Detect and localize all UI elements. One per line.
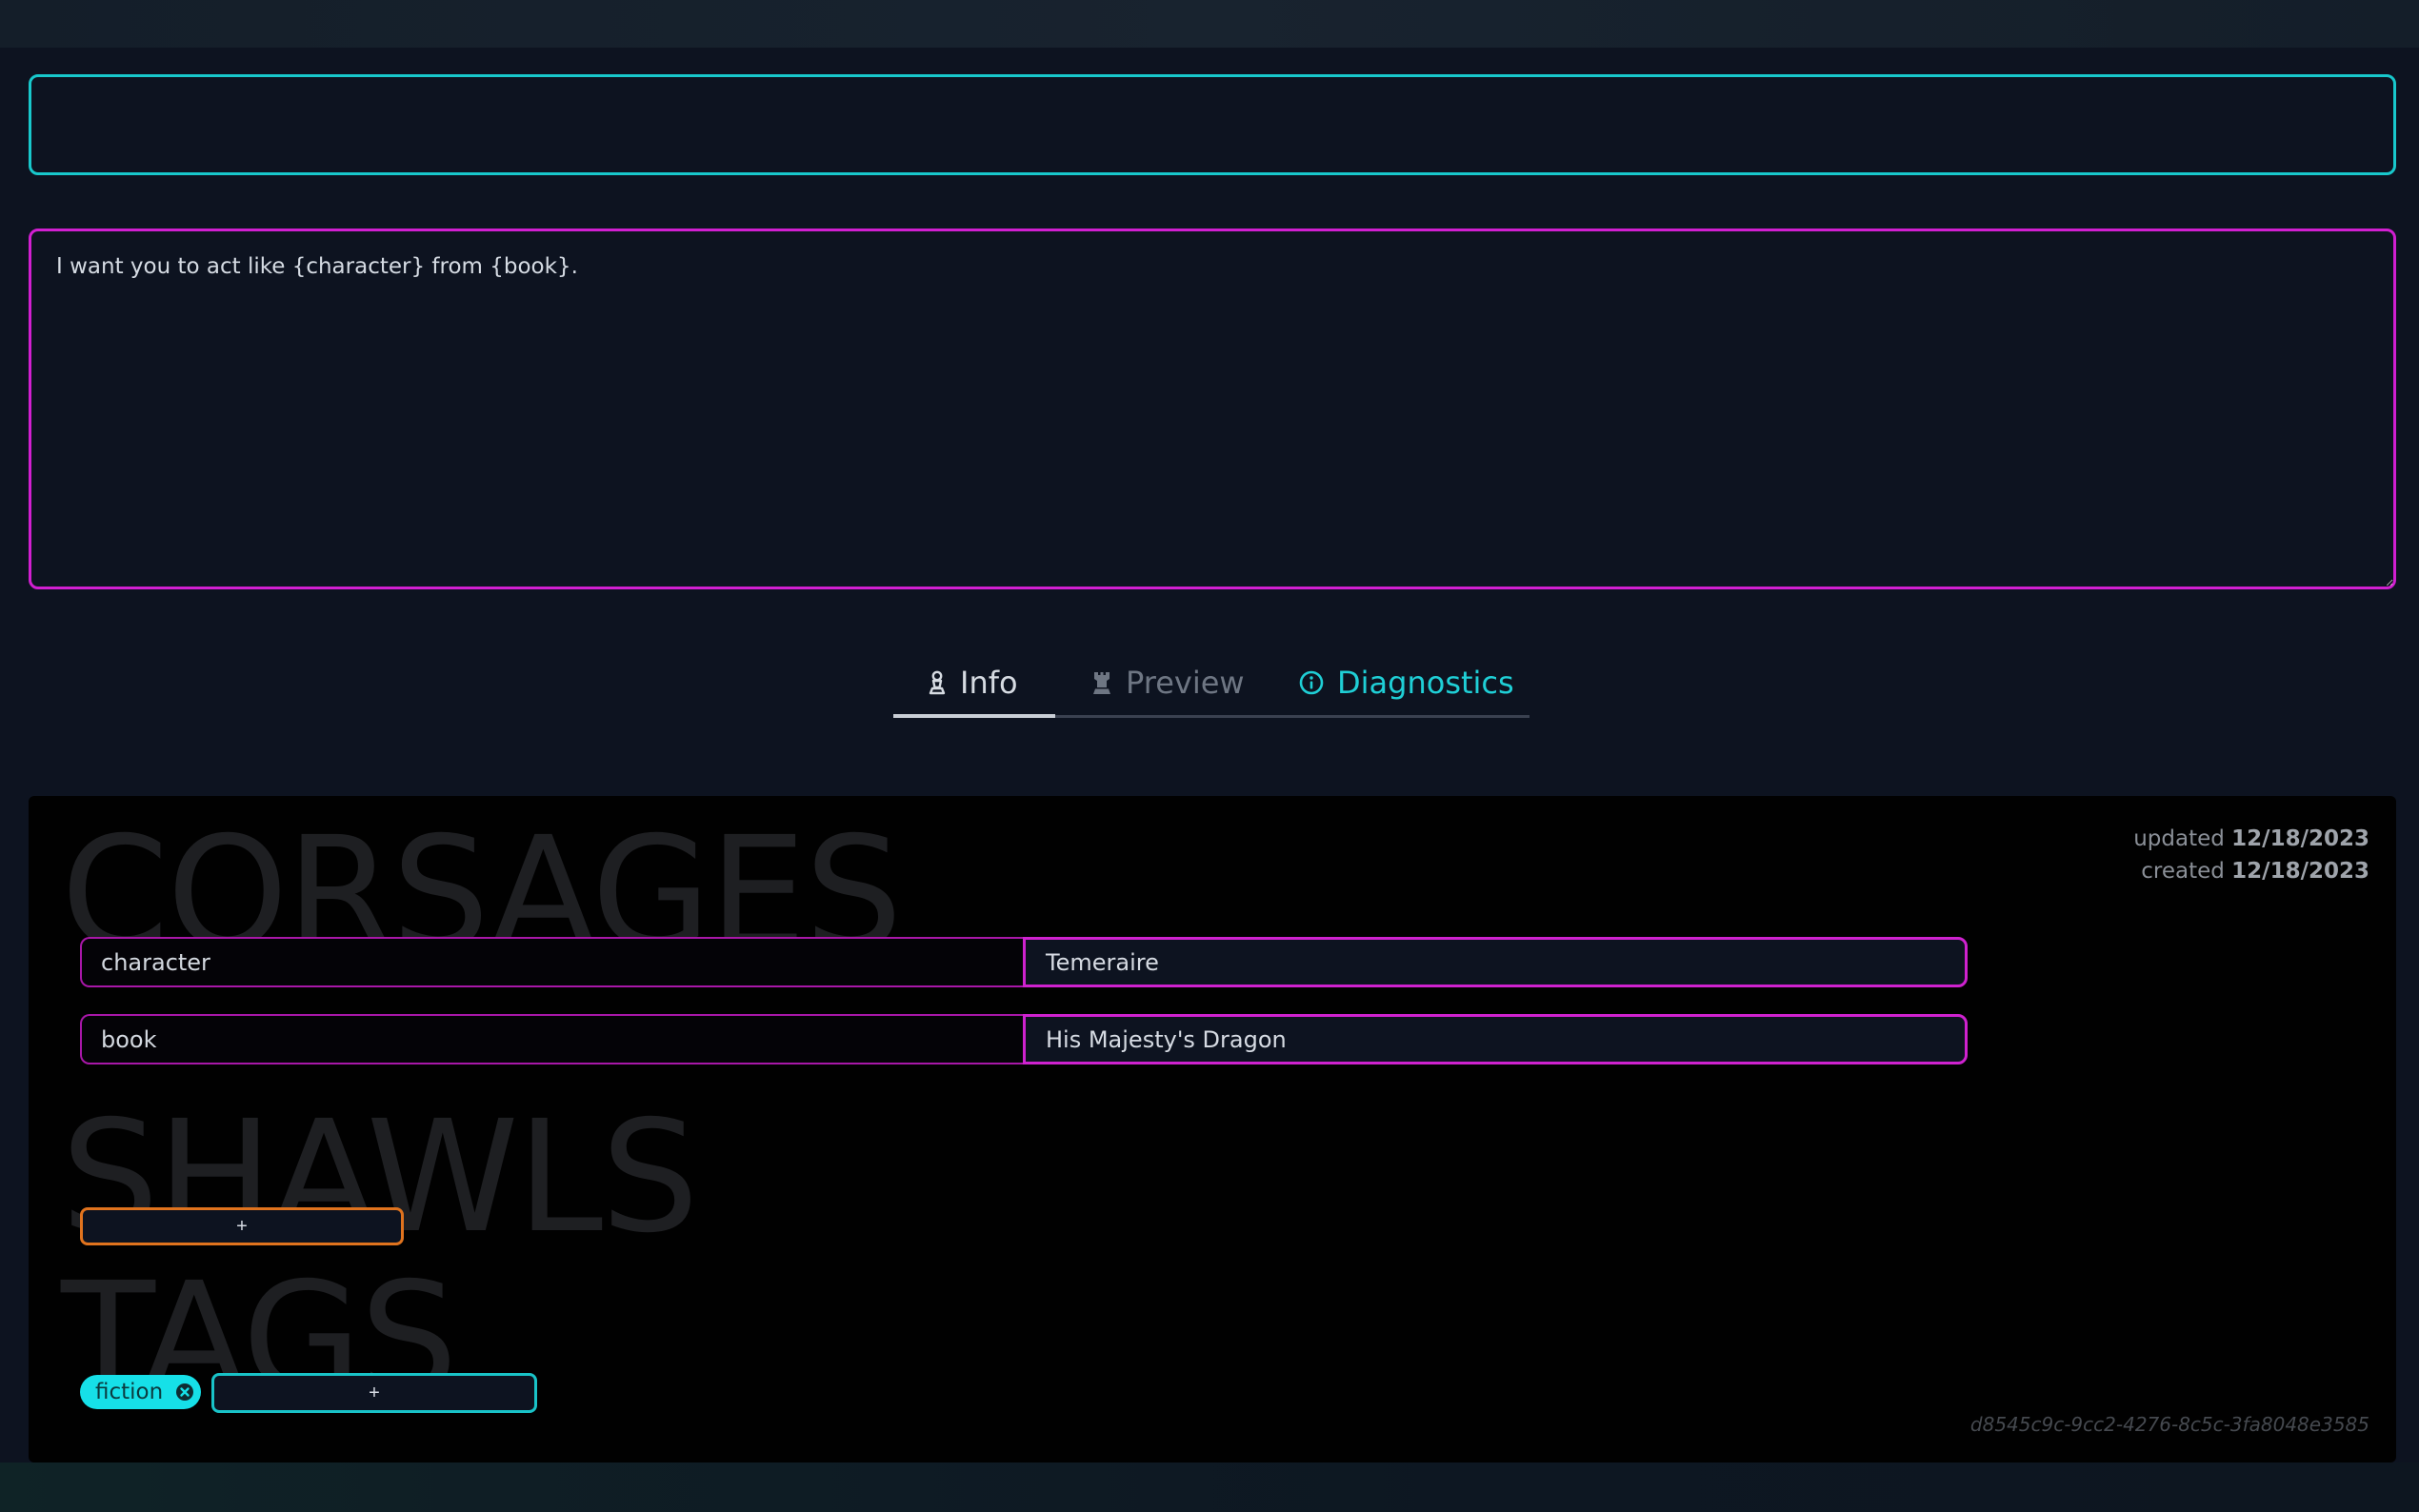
corsage-row: book His Majesty's Dragon (80, 1014, 1968, 1064)
info-circle-icon (1299, 670, 1324, 695)
created-value: 12/18/2023 (2231, 859, 2369, 884)
corsage-key: book (80, 1014, 1023, 1064)
chess-pawn-icon (928, 670, 947, 695)
tab-diagnostics-label: Diagnostics (1337, 665, 1514, 701)
chess-rook-icon (1091, 670, 1112, 695)
tab-preview[interactable]: Preview (1091, 647, 1245, 718)
tab-preview-label: Preview (1126, 665, 1245, 701)
updated-label: updated (2133, 826, 2225, 851)
bottom-bar (0, 1462, 2419, 1512)
prompt-id: d8545c9c-9cc2-4276-8c5c-3fa8048e3585 (1969, 1413, 2369, 1436)
corsage-key: character (80, 937, 1023, 987)
updated-value: 12/18/2023 (2231, 826, 2369, 851)
prompt-textarea[interactable]: I want you to act like {character} from … (29, 229, 2396, 589)
tag-label: fiction (95, 1380, 164, 1404)
add-tag-button[interactable]: + (211, 1373, 537, 1413)
tab-bar: Info Preview Diagnostics (893, 647, 1529, 718)
tag-chip: fiction (80, 1375, 202, 1409)
tab-diagnostics[interactable]: Diagnostics (1299, 647, 1514, 718)
prompt-editor-page: I want you to act like {character} from … (0, 0, 2419, 1512)
corsage-value-input[interactable]: Temeraire (1023, 937, 1968, 987)
info-panel: CORSAGES SHAWLS TAGS updated 12/18/2023 … (29, 796, 2396, 1462)
tab-info-label: Info (960, 665, 1018, 701)
updated-timestamp: updated 12/18/2023 (2133, 823, 2369, 855)
tab-info[interactable]: Info (928, 647, 1018, 718)
created-timestamp: created 12/18/2023 (2133, 855, 2369, 887)
timestamps: updated 12/18/2023 created 12/18/2023 (2133, 823, 2369, 887)
add-shawl-button[interactable]: + (80, 1207, 404, 1245)
created-label: created (2141, 859, 2225, 884)
active-tab-indicator (893, 714, 1055, 718)
remove-tag-icon[interactable] (174, 1382, 195, 1403)
corsage-value-input[interactable]: His Majesty's Dragon (1023, 1014, 1968, 1064)
top-bar (0, 0, 2419, 48)
title-input[interactable] (29, 74, 2396, 175)
corsage-row: character Temeraire (80, 937, 1968, 987)
